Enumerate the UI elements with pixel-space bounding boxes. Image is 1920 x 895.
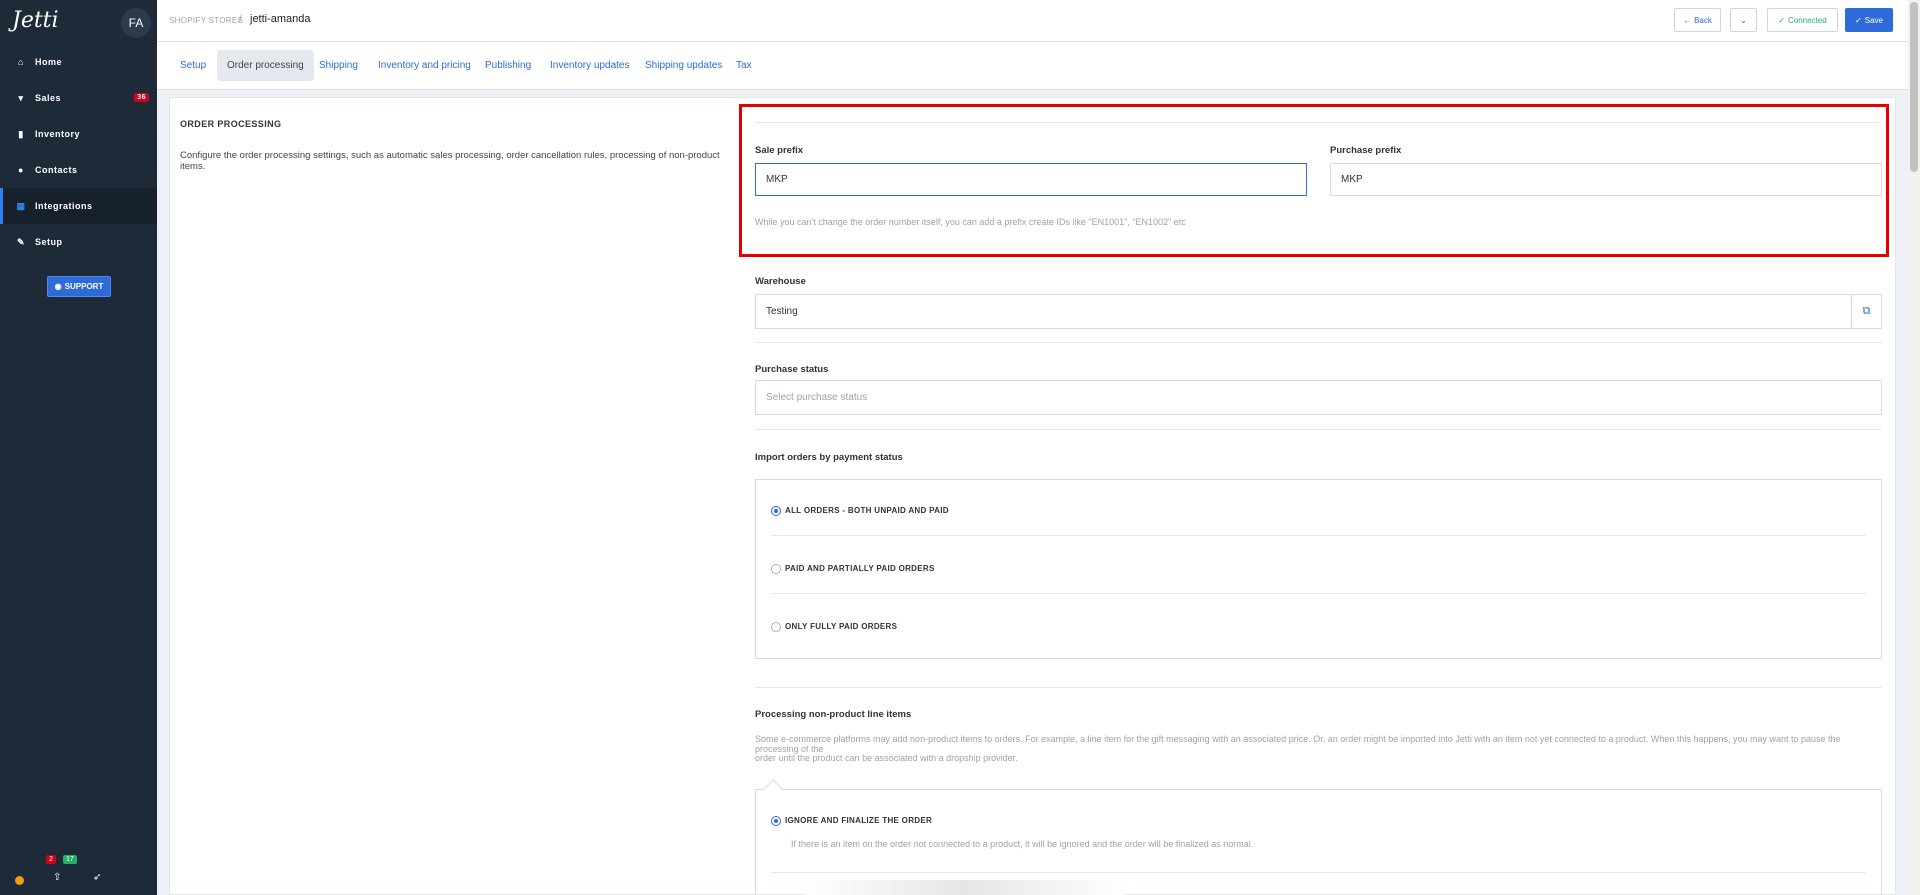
tab-setup[interactable]: Setup — [170, 50, 216, 81]
sidebar-item-setup[interactable]: ✎ Setup — [0, 224, 157, 260]
sidebar-item-inventory[interactable]: ▮ Inventory — [0, 116, 157, 152]
chevron-down-icon: ⌄ — [1740, 15, 1747, 25]
option-description: If there is an item on the order not con… — [791, 839, 1254, 849]
avatar[interactable]: FA — [121, 8, 151, 38]
page-title: jetti-amanda — [250, 13, 311, 25]
person-icon: ● — [18, 165, 24, 175]
tab-publishing[interactable]: Publishing — [475, 50, 541, 81]
external-link-icon: ⧉ — [1862, 305, 1871, 317]
non-product-description-2: order until the product can be associate… — [755, 753, 1018, 763]
support-icon: ◉ — [54, 282, 62, 291]
warehouse-select[interactable]: Testing — [755, 294, 1852, 329]
sales-count-badge: 36 — [134, 93, 149, 102]
connected-button[interactable]: ✓ Connected — [1767, 8, 1838, 32]
tab-inventory-and-pricing[interactable]: Inventory and pricing — [368, 50, 481, 81]
more-options-button[interactable]: ⌄ — [1730, 8, 1757, 32]
notification-badge: 2 — [46, 855, 56, 864]
divider — [771, 593, 1866, 594]
sidebar-nav: ⌂ Home ▾ Sales 36 ▮ Inventory ● Contacts… — [0, 44, 157, 260]
sidebar-item-label: Contacts — [35, 165, 78, 175]
rocket-icon[interactable]: ➶ — [93, 872, 101, 883]
scrollbar[interactable] — [1908, 0, 1920, 895]
radio-button[interactable] — [771, 622, 781, 632]
purchase-status-label: Purchase status — [755, 364, 829, 375]
radio-paid-partial[interactable]: PAID AND PARTIALLY PAID ORDERS — [771, 562, 935, 574]
tab-inventory-updates[interactable]: Inventory updates — [540, 50, 640, 81]
radio-all-orders[interactable]: ALL ORDERS - BOTH UNPAID AND PAID — [771, 504, 949, 516]
sidebar-item-label: Integrations — [35, 201, 93, 211]
purchase-status-select[interactable]: Select purchase status — [755, 380, 1882, 415]
section-title: ORDER PROCESSING — [180, 119, 282, 129]
wrench-icon: ✎ — [16, 236, 26, 247]
divider — [755, 429, 1882, 430]
back-button[interactable]: ← Back — [1674, 8, 1721, 32]
sidebar: Jetti FA ⌂ Home ▾ Sales 36 ▮ Inventory ●… — [0, 0, 157, 895]
sidebar-item-label: Setup — [35, 237, 63, 247]
success-badge: 17 — [63, 855, 77, 864]
radio-button[interactable] — [771, 506, 781, 516]
sidebar-item-integrations[interactable]: ▦ Integrations — [0, 188, 157, 224]
non-product-label: Processing non-product line items — [755, 709, 912, 720]
divider — [755, 687, 1882, 688]
divider — [755, 342, 1882, 343]
cart-icon: ▾ — [18, 92, 24, 103]
sidebar-item-home[interactable]: ⌂ Home — [0, 44, 157, 80]
scrollbar-thumb[interactable] — [1910, 2, 1918, 172]
upload-icon[interactable]: ⇧ — [53, 872, 61, 883]
sidebar-item-sales[interactable]: ▾ Sales 36 — [0, 80, 157, 116]
sidebar-footer: 2 17 ⇧ ➶ — [0, 850, 157, 895]
jetti-logo[interactable]: Jetti — [12, 8, 59, 33]
tab-bar: Setup Order processing Shipping Inventor… — [157, 42, 1908, 90]
home-icon: ⌂ — [18, 57, 24, 67]
bookmark-icon: ▮ — [18, 128, 24, 139]
tab-shipping[interactable]: Shipping — [309, 50, 368, 81]
check-icon: ✓ — [1855, 15, 1862, 25]
external-link-button[interactable]: ⧉ — [1852, 294, 1882, 329]
grid-icon: ▦ — [16, 200, 26, 211]
radio-fully-paid[interactable]: ONLY FULLY PAID ORDERS — [771, 620, 897, 632]
page-header: SHOPIFY STORES / jetti-amanda ← Back ⌄ ✓… — [157, 0, 1908, 42]
sidebar-item-label: Home — [35, 57, 63, 67]
warehouse-label: Warehouse — [755, 276, 806, 287]
arrow-left-icon: ← — [1683, 15, 1692, 25]
radio-ignore-finalize[interactable]: IGNORE AND FINALIZE THE ORDER — [771, 814, 932, 826]
divider — [771, 535, 1866, 536]
sidebar-item-contacts[interactable]: ● Contacts — [0, 152, 157, 188]
divider — [771, 872, 1866, 873]
payment-status-label: Import orders by payment status — [755, 452, 903, 463]
loading-shadow — [800, 880, 1130, 895]
breadcrumb-separator: / — [239, 14, 242, 25]
non-product-description: Some e-commerce platforms may add non-pr… — [755, 734, 1841, 754]
sidebar-item-label: Sales — [35, 93, 62, 103]
breadcrumb[interactable]: SHOPIFY STORES — [169, 16, 243, 25]
tab-shipping-updates[interactable]: Shipping updates — [635, 50, 732, 81]
support-button[interactable]: ◉ SUPPORT — [47, 276, 111, 297]
section-description: Configure the order processing settings,… — [180, 150, 720, 172]
tab-tax[interactable]: Tax — [726, 50, 762, 81]
radio-button[interactable] — [771, 816, 781, 826]
sidebar-item-label: Inventory — [35, 129, 81, 139]
radio-button[interactable] — [771, 564, 781, 574]
save-button[interactable]: ✓ Save — [1845, 8, 1893, 32]
status-dot-icon[interactable] — [15, 876, 24, 885]
check-icon: ✓ — [1778, 15, 1785, 25]
highlight-box — [739, 104, 1889, 257]
tab-order-processing[interactable]: Order processing — [217, 50, 314, 81]
